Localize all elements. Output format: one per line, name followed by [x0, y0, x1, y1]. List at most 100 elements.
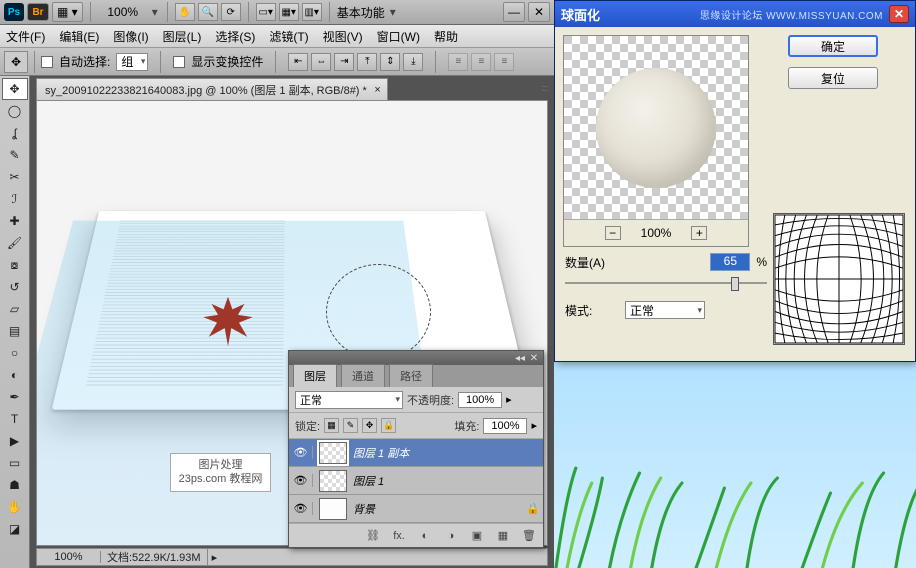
zoom-out-button[interactable]: − [605, 226, 621, 240]
amount-slider[interactable] [565, 275, 767, 291]
menu-filter[interactable]: 滤镜(T) [269, 28, 308, 45]
tab-layers[interactable]: 图层 [293, 364, 337, 387]
align-center-h-icon[interactable]: ⇔ [311, 53, 331, 71]
align-bottom-icon[interactable]: ⤓ [403, 53, 423, 71]
dodge-tool[interactable]: ◐ [2, 364, 28, 386]
brush-tool[interactable]: 🖌 [2, 232, 28, 254]
healing-tool[interactable]: ✚ [2, 210, 28, 232]
chevron-right-icon[interactable]: ▸ [506, 393, 512, 406]
status-zoom[interactable]: 100% [37, 551, 101, 563]
layer-row[interactable]: 👁 图层 1 副本 [289, 439, 543, 467]
document-tab[interactable]: sy_20091022233821640083.jpg @ 100% (图层 1… [36, 78, 388, 100]
close-icon[interactable]: × [374, 84, 380, 96]
minimize-button[interactable]: — [503, 2, 525, 22]
hand-tool-icon[interactable]: ✋ [175, 3, 195, 21]
lock-all-icon[interactable]: 🔒 [381, 418, 396, 433]
link-layers-icon[interactable]: ⛓ [365, 529, 381, 543]
chevron-right-icon[interactable]: ▸ [212, 551, 218, 564]
layer-name[interactable]: 图层 1 [353, 473, 543, 489]
screen-mode-icon[interactable]: ▭▾ [256, 3, 276, 21]
eraser-tool[interactable]: ▱ [2, 298, 28, 320]
zoom-tool-icon[interactable]: 🔍 [198, 3, 218, 21]
blur-tool[interactable]: ○ [2, 342, 28, 364]
align-center-v-icon[interactable]: ⇕ [380, 53, 400, 71]
chevron-down-icon[interactable]: ▾ [150, 5, 160, 19]
align-top-icon[interactable]: ⤒ [357, 53, 377, 71]
align-right-icon[interactable]: ⇥ [334, 53, 354, 71]
gradient-tool[interactable]: ▤ [2, 320, 28, 342]
chevron-right-icon[interactable]: ▸ [531, 419, 537, 432]
3d-tool[interactable]: ☗ [2, 474, 28, 496]
reset-button[interactable]: 复位 [788, 67, 878, 89]
close-button[interactable]: ✕ [528, 2, 550, 22]
lasso-tool[interactable]: ʆ [2, 122, 28, 144]
visibility-icon[interactable]: 👁 [289, 474, 313, 487]
blend-mode-dropdown[interactable]: 正常 [295, 391, 403, 409]
status-docinfo[interactable]: 文档:522.9K/1.93M [101, 549, 208, 565]
quick-select-tool[interactable]: ✎ [2, 144, 28, 166]
lock-pixels-icon[interactable]: ✎ [343, 418, 358, 433]
zoom-in-button[interactable]: + [691, 226, 707, 240]
eyedropper-tool[interactable]: ℐ [2, 188, 28, 210]
history-brush-tool[interactable]: ↺ [2, 276, 28, 298]
dialog-titlebar[interactable]: 球面化 思缘设计论坛 WWW.MISSYUAN.COM ✕ [555, 1, 915, 27]
menu-file[interactable]: 文件(F) [6, 28, 45, 45]
stamp-tool[interactable]: ⧇ [2, 254, 28, 276]
workspace-switcher[interactable]: 基本功能 [337, 4, 385, 21]
crop-tool[interactable]: ✂ [2, 166, 28, 188]
menu-select[interactable]: 选择(S) [215, 28, 255, 45]
launch-bridge-button[interactable]: ▦ ▾ [52, 2, 83, 22]
lock-transparency-icon[interactable]: ▦ [324, 418, 339, 433]
extras-icon[interactable]: ▥▾ [302, 3, 322, 21]
layer-fx-icon[interactable]: fx. [391, 529, 407, 543]
bridge-icon[interactable]: Br [27, 3, 49, 21]
path-select-tool[interactable]: ▶ [2, 430, 28, 452]
arrange-docs-icon[interactable]: ▦▾ [279, 3, 299, 21]
layer-name[interactable]: 图层 1 副本 [353, 445, 543, 461]
show-transform-checkbox[interactable] [173, 56, 185, 68]
layer-thumbnail[interactable] [319, 498, 347, 520]
delete-layer-icon[interactable]: 🗑 [521, 529, 537, 543]
menu-layer[interactable]: 图层(L) [163, 28, 202, 45]
layer-row[interactable]: 👁 背景 🔒 [289, 495, 543, 523]
layer-thumbnail[interactable] [319, 470, 347, 492]
visibility-icon[interactable]: 👁 [289, 502, 313, 515]
menu-view[interactable]: 视图(V) [323, 28, 363, 45]
ok-button[interactable]: 确定 [788, 35, 878, 57]
marquee-tool[interactable]: ◯ [2, 100, 28, 122]
align-left-icon[interactable]: ⇤ [288, 53, 308, 71]
chevron-down-icon[interactable]: ▾ [388, 5, 398, 19]
opacity-value[interactable]: 100% [458, 392, 502, 408]
type-tool[interactable]: T [2, 408, 28, 430]
elliptical-selection[interactable] [326, 264, 431, 360]
tab-handle-icon[interactable] [540, 76, 550, 100]
layer-row[interactable]: 👁 图层 1 [289, 467, 543, 495]
new-layer-icon[interactable]: ▦ [495, 529, 511, 543]
tab-channels[interactable]: 通道 [341, 364, 385, 387]
layer-mask-icon[interactable]: ◐ [417, 529, 433, 543]
menu-edit[interactable]: 编辑(E) [59, 28, 99, 45]
zoom-level[interactable]: 100% [98, 5, 148, 19]
mode-dropdown[interactable]: 正常 [625, 301, 705, 319]
rotate-view-icon[interactable]: ⟳ [221, 3, 241, 21]
lock-position-icon[interactable]: ✥ [362, 418, 377, 433]
close-icon[interactable]: ✕ [889, 5, 909, 23]
shape-tool[interactable]: ▭ [2, 452, 28, 474]
pen-tool[interactable]: ✒ [2, 386, 28, 408]
move-tool[interactable]: ✥ [2, 78, 28, 100]
amount-input[interactable]: 65 [710, 253, 750, 271]
auto-select-dropdown[interactable]: 组 [116, 53, 148, 71]
panel-grip[interactable]: ◂◂✕ [289, 351, 543, 365]
visibility-icon[interactable]: 👁 [289, 446, 313, 459]
layer-group-icon[interactable]: ▣ [469, 529, 485, 543]
preview-canvas[interactable] [564, 36, 748, 220]
color-swatches[interactable]: ◪ [2, 518, 28, 540]
menu-image[interactable]: 图像(I) [113, 28, 148, 45]
fill-value[interactable]: 100% [483, 418, 527, 434]
layer-thumbnail[interactable] [319, 442, 347, 464]
auto-select-checkbox[interactable] [41, 56, 53, 68]
menu-help[interactable]: 帮助 [434, 28, 458, 45]
adjustment-layer-icon[interactable]: ◑ [443, 529, 459, 543]
menu-window[interactable]: 窗口(W) [377, 28, 420, 45]
tab-paths[interactable]: 路径 [389, 364, 433, 387]
